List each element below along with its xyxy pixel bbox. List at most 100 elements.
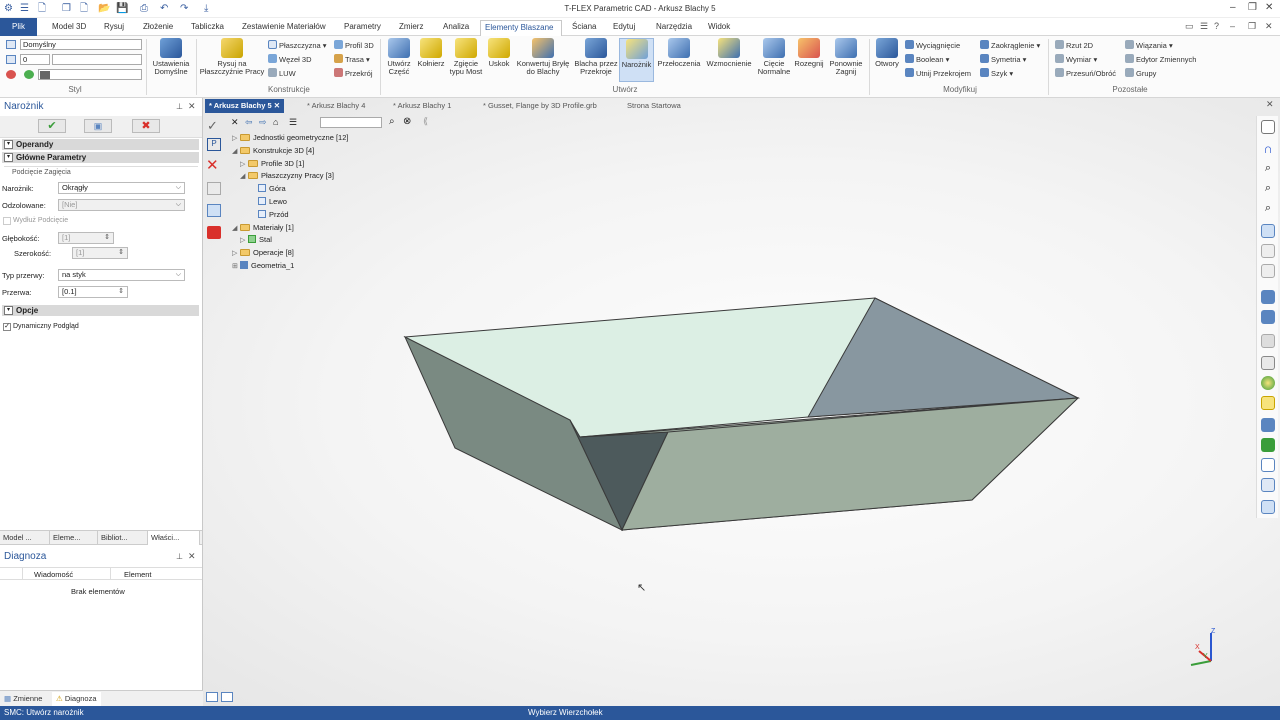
close-icon[interactable]: ✕ (1265, 2, 1273, 13)
cancel-icon[interactable]: ✖ (132, 119, 160, 133)
help-icon[interactable]: ? (1214, 21, 1219, 31)
display-mode-icon[interactable] (1261, 438, 1275, 452)
back-icon[interactable]: ⇦ (245, 117, 253, 128)
pin-icon[interactable]: ⊥ (176, 102, 183, 111)
extrude-button[interactable]: Wyciągnięcie (905, 40, 960, 52)
draw-on-plane-button[interactable]: Rysuj na Płaszczyźnie Pracy (198, 38, 266, 76)
tree-item[interactable]: ▷ Stal (240, 235, 272, 246)
tab-diagnoza[interactable]: ⚠ Diagnoza (52, 692, 101, 706)
list-view-icon[interactable]: ☰ (289, 117, 297, 128)
cancel-icon[interactable]: ✕ (206, 156, 219, 174)
tab-sciana[interactable]: Ściana (568, 20, 600, 36)
render-icon[interactable] (1261, 376, 1275, 390)
section-operandy[interactable]: ▾ Operandy (2, 139, 199, 150)
tab-widok[interactable]: Widok (704, 20, 734, 36)
pan-icon[interactable] (1261, 244, 1275, 258)
select-icon[interactable] (207, 182, 221, 195)
level-name-combo[interactable] (52, 54, 142, 65)
tab-elements[interactable]: Eleme... (50, 531, 98, 545)
path-button[interactable]: Trasa ▾ (334, 54, 370, 66)
minimize-doc-icon[interactable]: – (1230, 21, 1235, 31)
jog-button[interactable]: Uskok (486, 38, 512, 68)
style-combo[interactable]: Domyślny (20, 39, 142, 50)
tree-item[interactable]: ▷ Jednostki geometryczne [12] (232, 133, 348, 144)
minimize-icon[interactable]: – (1230, 2, 1236, 13)
overlap-button[interactable]: Przełoczenia (655, 38, 703, 68)
default-settings-button[interactable]: Ustawienia Domyślne (149, 38, 193, 76)
tab-tabliczka[interactable]: Tabliczka (187, 20, 228, 36)
color-icon[interactable] (6, 70, 16, 79)
dynamic-preview-checkbox[interactable]: ✓ (3, 323, 11, 331)
reinforcement-button[interactable]: Wzmocnienie (703, 38, 755, 68)
tab-properties[interactable]: Właści... (148, 531, 200, 545)
view-2d-button[interactable]: Rzut 2D (1055, 40, 1093, 52)
ok-icon[interactable]: ✔ (38, 119, 66, 133)
tab-model-tree[interactable]: Model ... (0, 531, 50, 545)
properties-icon[interactable]: P (207, 138, 221, 151)
tab-rysuj[interactable]: Rysuj (100, 20, 128, 36)
tree-item[interactable]: ◢ Konstrukcje 3D [4] (232, 146, 314, 157)
panel-close-icon[interactable]: ✕ (188, 101, 196, 112)
luw-button[interactable]: LUW (268, 68, 296, 80)
section-view-icon[interactable] (1261, 418, 1275, 432)
section-opcje[interactable]: ▾ Opcje (2, 305, 199, 316)
unbend-button[interactable]: Rozegnij (793, 38, 825, 68)
extend-relief-checkbox[interactable] (3, 217, 11, 225)
constraints-button[interactable]: Wiązania ▾ (1125, 40, 1173, 52)
node-3d-button[interactable]: Węzeł 3D (268, 54, 312, 66)
forward-icon[interactable]: ⇨ (259, 117, 267, 128)
variables-editor-button[interactable]: Edytor Zmiennych (1125, 54, 1196, 66)
zoom-out-icon[interactable]: ⌕ (1261, 202, 1275, 216)
bridge-bend-button[interactable]: Zgięcie typu Most (447, 38, 485, 76)
color-tool-icon[interactable] (207, 226, 221, 239)
rotate-icon[interactable] (1261, 224, 1275, 238)
close-doc-icon[interactable]: ✕ (1265, 21, 1273, 32)
create-part-button[interactable]: Utwórz Część (383, 38, 415, 76)
tab-narzedzia[interactable]: Narzędzia (652, 20, 696, 36)
level-combo[interactable]: 0 (20, 54, 50, 65)
select-faces-icon[interactable] (1261, 290, 1275, 304)
tree-filter-input[interactable] (320, 117, 382, 128)
tree-item[interactable]: ▷ Operacje [8] (232, 248, 294, 259)
orbit-icon[interactable] (1261, 264, 1275, 278)
single-view-icon[interactable] (221, 692, 233, 702)
tab-elementy-blaszane[interactable]: Elementy Blaszane (480, 20, 562, 37)
tab-zmierz[interactable]: Zmierz (395, 20, 427, 36)
material-view-icon[interactable] (1261, 396, 1275, 410)
hidden-lines-icon[interactable] (1261, 458, 1275, 472)
boolean-button[interactable]: Boolean ▾ (905, 54, 949, 66)
tree-item[interactable]: ◢ Płaszczyzny Pracy [3] (240, 171, 334, 182)
pin-icon[interactable]: ⊥ (176, 552, 183, 561)
isolated-select[interactable]: [Nie] ⌵ (58, 199, 185, 211)
doc-tab-arkusz-4[interactable]: * Arkusz Blachy 4 (303, 99, 369, 113)
vertex-select-icon[interactable] (207, 204, 221, 217)
filter-icon[interactable]: ⊗ (403, 116, 411, 127)
move-rotate-button[interactable]: Przesuń/Obróć (1055, 68, 1116, 80)
fillet-button[interactable]: Zaokrąglenie ▾ (980, 40, 1040, 52)
dimension-button[interactable]: Wymiar ▾ (1055, 54, 1097, 66)
doc-tab-start-page[interactable]: Strona Startowa (623, 99, 685, 113)
split-view-icon[interactable] (206, 692, 218, 702)
tab-model-3d[interactable]: Model 3D (48, 20, 90, 36)
restore-icon[interactable]: ❐ (1248, 2, 1257, 13)
wireframe-icon[interactable] (1261, 478, 1275, 492)
normal-cut-button[interactable]: Cięcie Normalne (756, 38, 792, 76)
groups-button[interactable]: Grupy (1125, 68, 1156, 80)
material-icon[interactable] (24, 70, 34, 79)
close-tab-icon[interactable]: ✕ (274, 101, 280, 110)
cube-view-icon[interactable] (1261, 356, 1275, 370)
width-input[interactable]: [1] ⇕ (72, 247, 128, 259)
window-layout-icon[interactable] (1261, 120, 1275, 134)
tree-item[interactable]: ▷ Profile 3D [1] (240, 159, 304, 170)
tree-item[interactable]: Góra (258, 184, 286, 194)
plane-button[interactable]: Płaszczyzna ▾ (268, 40, 327, 52)
search-icon[interactable]: ⌕ (389, 116, 395, 127)
tree-item[interactable]: Przód (258, 210, 289, 220)
list-icon[interactable]: ☰ (1200, 21, 1208, 32)
collapse-panel-icon[interactable]: ⟪ (423, 116, 428, 127)
check-icon[interactable]: ✓ (207, 118, 218, 134)
color-combo[interactable] (38, 69, 142, 80)
shading-icon[interactable] (1261, 334, 1275, 348)
symmetry-button[interactable]: Symetria ▾ (980, 54, 1026, 66)
tab-zestawienie[interactable]: Zestawienie Materiałów (238, 20, 330, 36)
